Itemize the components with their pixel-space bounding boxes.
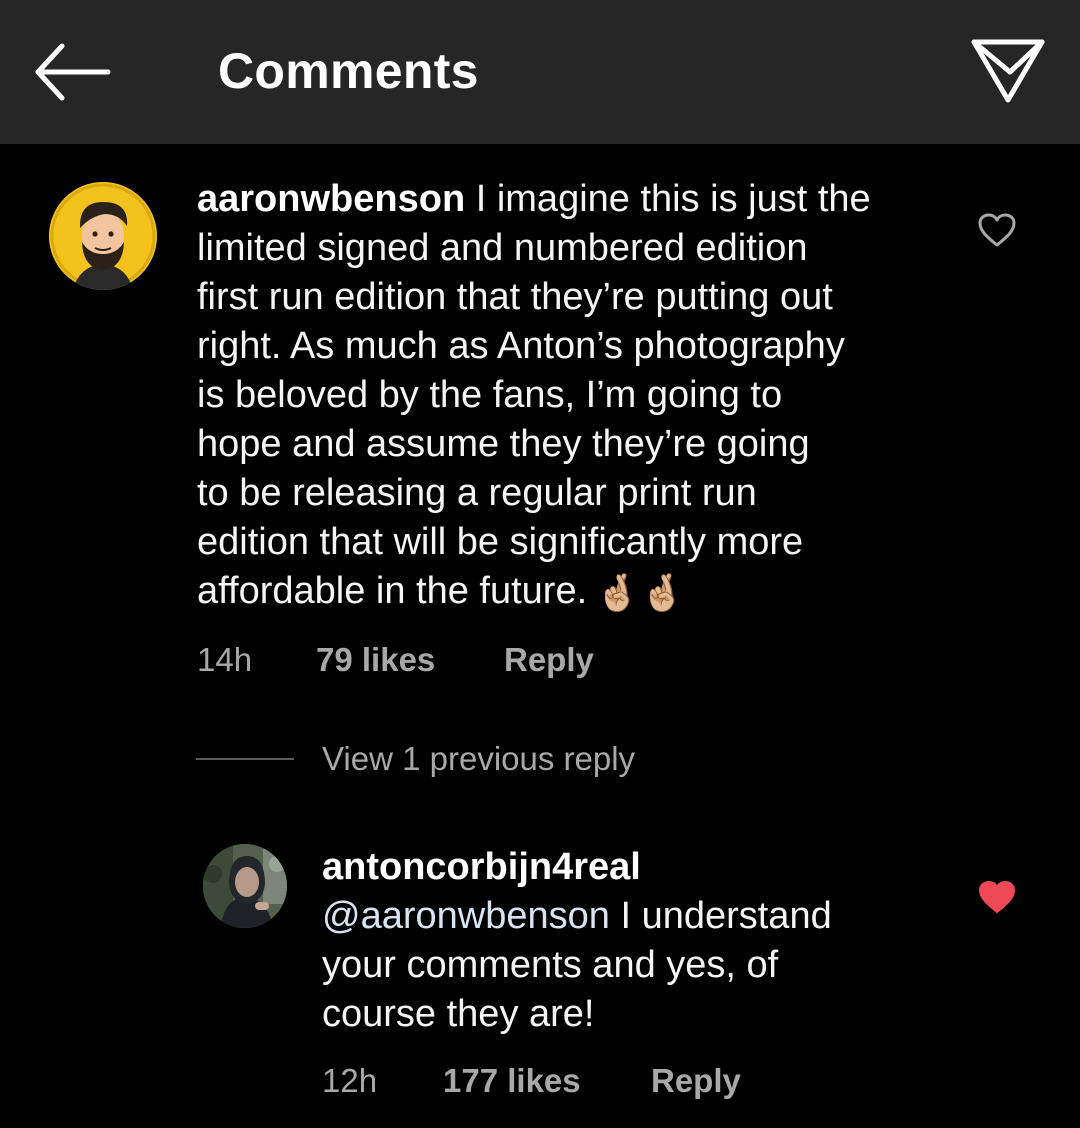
reply-button[interactable]: Reply: [651, 1062, 741, 1100]
reply-meta: 12h 177 likes Reply: [322, 1062, 822, 1102]
comment-body: aaronwbenson I imagine this is just the …: [197, 175, 957, 617]
heart-outline-icon[interactable]: [977, 212, 1017, 248]
share-button[interactable]: [966, 34, 1050, 110]
reply-timestamp: 12h: [322, 1062, 378, 1099]
reply-body: @aaronwbenson I understand your comments…: [322, 892, 942, 1039]
comment-likes-count[interactable]: 79 likes: [316, 641, 435, 679]
mention-link[interactable]: @aaronwbenson: [322, 895, 610, 937]
page-title: Comments: [218, 43, 479, 99]
header-bar: Comments: [0, 0, 1080, 144]
reply-likes-count[interactable]: 177 likes: [443, 1062, 581, 1100]
crossed-fingers-emoji: 🤞🏼🤞🏼: [595, 572, 685, 614]
hooded-man-photo-avatar: [203, 844, 287, 928]
comment-text: I imagine this is just the limited signe…: [197, 178, 871, 612]
avatar[interactable]: [49, 182, 157, 290]
heart-filled-icon[interactable]: [977, 879, 1017, 915]
arrow-left-icon: [35, 43, 111, 101]
comment-meta: 14h 79 likes Reply: [197, 641, 697, 681]
view-replies-label: View 1 previous reply: [322, 740, 636, 777]
reply-button[interactable]: Reply: [504, 641, 594, 679]
comment-timestamp: 14h: [197, 641, 253, 678]
comment-username[interactable]: aaronwbenson: [197, 178, 465, 220]
divider: [196, 758, 294, 760]
avatar[interactable]: [203, 844, 287, 928]
back-button[interactable]: [30, 38, 114, 106]
paper-plane-icon: [971, 39, 1045, 103]
cartoon-bearded-man-avatar: [49, 182, 157, 290]
reply-username[interactable]: antoncorbijn4real: [322, 843, 641, 892]
